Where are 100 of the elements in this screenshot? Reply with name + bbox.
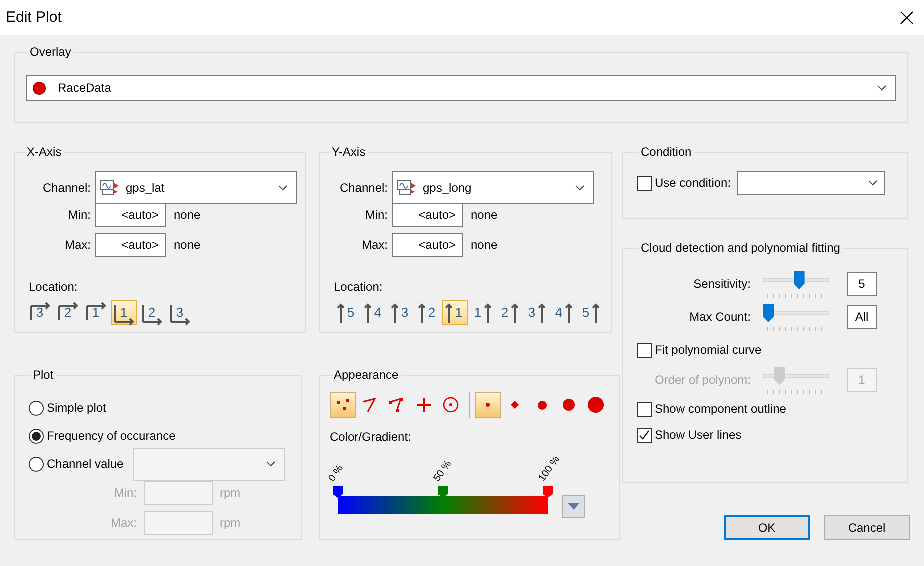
chevron-down-icon <box>278 184 288 190</box>
location-button[interactable]: 3 <box>27 300 53 325</box>
unit-label: rpm <box>220 516 241 530</box>
location-button[interactable]: 4 <box>550 300 576 325</box>
gradient-stop-handle[interactable] <box>438 486 448 498</box>
slider[interactable] <box>763 364 829 394</box>
channel-icon <box>100 178 120 196</box>
min-field[interactable] <box>144 481 213 505</box>
group-title: Y-Axis <box>331 145 367 159</box>
line-icon <box>361 396 379 414</box>
channel-dropdown[interactable]: gps_long <box>392 171 594 204</box>
field-label: Min: <box>113 486 137 500</box>
arrow-icon <box>510 302 519 322</box>
arrow-icon <box>364 302 372 322</box>
location-button[interactable]: 1 <box>83 300 109 325</box>
group-title: Cloud detection and polynomial fitting <box>640 241 842 255</box>
location-button[interactable]: 5 <box>334 300 360 325</box>
group-title: Plot <box>32 368 55 382</box>
field-label: Max: <box>360 238 388 252</box>
unit-label: none <box>174 208 201 222</box>
unit-label: rpm <box>220 486 241 500</box>
chevron-down-icon <box>266 461 276 467</box>
channel-dropdown[interactable]: gps_lat <box>95 171 297 204</box>
location-button[interactable]: 2 <box>55 300 81 325</box>
location-button[interactable]: 3 <box>523 300 549 325</box>
arrow-icon <box>592 302 600 322</box>
location-button[interactable]: 1 <box>469 300 495 325</box>
location-button[interactable]: 5 <box>577 300 603 325</box>
min-field[interactable]: <auto> <box>392 203 463 227</box>
group-title: Overlay <box>29 45 72 59</box>
max-field[interactable]: <auto> <box>392 233 463 257</box>
checkbox-label: Use condition: <box>655 176 732 190</box>
unit-label: none <box>471 238 498 252</box>
gradient-stop-handle[interactable] <box>333 486 343 498</box>
checkbox[interactable] <box>637 176 652 190</box>
field-label: Channel: <box>42 180 91 194</box>
field-label: Max: <box>64 238 91 252</box>
arrow-icon <box>337 302 346 322</box>
field-label: Min: <box>67 208 91 222</box>
arrow-icon <box>564 302 573 322</box>
arrow-icon <box>391 302 400 322</box>
radio-label: Frequency of occurance <box>47 429 176 443</box>
color-gradient-bar[interactable] <box>338 496 548 514</box>
channel-icon <box>397 178 417 196</box>
unit-label: none <box>174 238 201 252</box>
dialog-button[interactable]: Cancel <box>824 515 910 540</box>
chevron-down-icon <box>575 184 585 190</box>
window-title: Edit Plot <box>6 9 62 26</box>
location-button[interactable]: 1 <box>111 300 137 325</box>
checkbox[interactable] <box>637 402 652 416</box>
min-field[interactable]: <auto> <box>95 203 166 227</box>
max-field[interactable]: <auto> <box>95 233 166 257</box>
gradient-stop-handle[interactable] <box>543 486 553 498</box>
field-label: Channel: <box>338 180 388 194</box>
location-button[interactable]: 3 <box>167 300 193 325</box>
location-label: Location: <box>29 280 79 294</box>
location-button[interactable]: 1 <box>442 300 468 325</box>
dot-icon <box>563 399 575 411</box>
dialog-button[interactable]: OK <box>724 515 810 540</box>
location-button[interactable]: 2 <box>415 300 441 325</box>
location-button[interactable]: 2 <box>496 300 522 325</box>
chevron-down-icon <box>877 85 887 91</box>
close-icon[interactable] <box>900 10 914 24</box>
condition-dropdown[interactable] <box>737 171 886 195</box>
field-label: Max: <box>110 516 137 530</box>
checkbox[interactable] <box>637 342 652 358</box>
location-button[interactable]: 3 <box>388 300 414 325</box>
max-field[interactable] <box>144 511 213 535</box>
overlay-dropdown[interactable]: RaceData <box>26 75 896 101</box>
checkbox-label: Show User lines <box>655 428 742 442</box>
slider-label: Max Count: <box>688 310 752 324</box>
plot-style-button[interactable] <box>330 392 356 418</box>
dot-icon <box>538 400 546 410</box>
polyline-icon <box>388 396 406 414</box>
group-title: Condition <box>640 145 693 159</box>
value-box: 5 <box>847 272 877 296</box>
stop-label: 50 % <box>432 459 454 484</box>
slider-label: Order of polynom: <box>654 372 752 386</box>
value-box: 1 <box>847 368 877 392</box>
location-button[interactable]: 4 <box>361 300 387 325</box>
gradient-menu-button[interactable] <box>562 495 585 518</box>
arrow-icon <box>484 302 492 322</box>
triangle-down-icon <box>568 503 580 510</box>
value-box: All <box>847 304 877 328</box>
crosshair-icon <box>415 396 433 414</box>
arrow-icon <box>418 302 426 322</box>
checkbox[interactable] <box>637 428 652 442</box>
group-title: X-Axis <box>26 145 63 159</box>
location-button[interactable]: 2 <box>139 300 165 325</box>
location-label: Location: <box>334 280 384 294</box>
dot-icon <box>486 403 490 407</box>
chevron-down-icon <box>868 180 878 186</box>
slider[interactable] <box>763 268 829 298</box>
checkbox-label: Fit polynomial curve <box>655 343 762 357</box>
stop-label: 0 % <box>327 464 346 484</box>
arrow-icon <box>538 302 546 322</box>
target-icon <box>442 396 460 414</box>
gradient-label: Color/Gradient: <box>330 430 412 444</box>
checkbox-label: Show component outline <box>655 402 786 416</box>
slider[interactable] <box>763 302 829 332</box>
